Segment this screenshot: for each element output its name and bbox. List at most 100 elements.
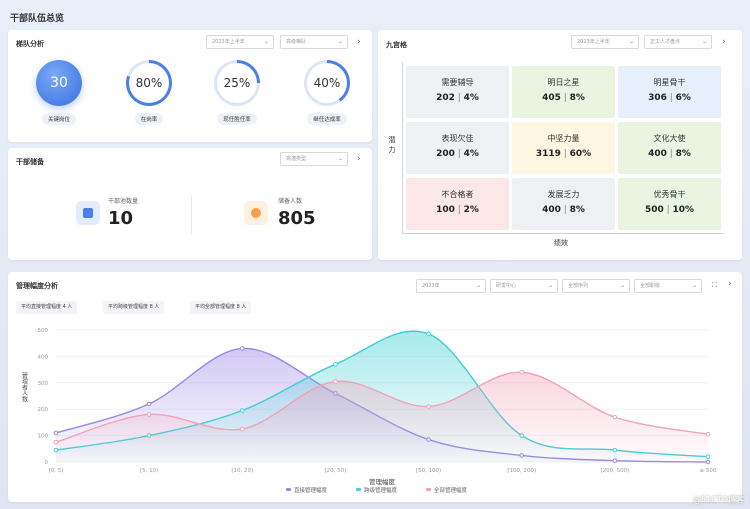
chevron-down-icon: ⌄: [547, 282, 553, 289]
potential-type-select[interactable]: 高潜类型 ⌄: [280, 152, 348, 166]
grid-cell[interactable]: 不合格者 100 | 2%: [406, 178, 509, 230]
grid-cell[interactable]: 明日之星 405 | 8%: [512, 66, 615, 118]
data-point: [333, 362, 338, 367]
data-point: [426, 404, 431, 409]
legend-label: 直接管理幅度: [294, 486, 328, 494]
y-axis-label: 潜力: [388, 136, 396, 154]
chevron-down-icon: ⌄: [691, 282, 697, 289]
grid-cell-title: 不合格者: [441, 190, 474, 199]
separator: |: [560, 149, 570, 159]
chevron-down-icon: ⌄: [628, 38, 634, 45]
page-title: 干部队伍总览: [10, 14, 65, 24]
separator: |: [666, 93, 676, 103]
data-point: [426, 331, 431, 337]
sequence-select[interactable]: 全部序列 ⌄: [562, 279, 630, 293]
y-axis-label: 管理者人数: [21, 371, 28, 403]
team-analysis-title: 梯队分析: [16, 40, 44, 48]
legend-label: 跨级管理幅度: [364, 486, 398, 494]
grid-cell-value: 306 | 6%: [618, 93, 721, 103]
grid-cell-percent: 4%: [463, 149, 479, 159]
y-tick-label: 0: [45, 460, 49, 466]
review-select[interactable]: 正工人才盘点 ⌄: [644, 35, 712, 49]
separator: |: [560, 205, 570, 215]
ring-label: 继任达成率: [307, 113, 347, 125]
period-select[interactable]: 2023年上半年 ⌄: [571, 35, 639, 49]
tier-select[interactable]: 高级梯队 ⌄: [280, 35, 348, 49]
legend-swatch: [426, 488, 431, 491]
chevron-right-icon[interactable]: ›: [357, 37, 361, 47]
grid-cell-title: 发展乏力: [547, 190, 580, 199]
ring-label: 关键岗位: [41, 113, 76, 125]
grid-cell[interactable]: 明星骨干 306 | 6%: [618, 66, 721, 118]
ring-label: 现任胜任率: [217, 113, 257, 125]
grid-cell-value: 200 | 4%: [406, 149, 509, 159]
separator: |: [560, 93, 570, 103]
grid-cell[interactable]: 中坚力量 3119 | 60%: [512, 122, 615, 174]
data-point: [146, 401, 152, 407]
span-chart: 0 100 200 300 400 500 管理者人数 [0, 5) [5, 10) [10, 2…: [21, 328, 717, 494]
reserve-count-value: 805: [278, 208, 316, 229]
grid-cell-value: 3119 | 60%: [512, 149, 615, 159]
period-select[interactable]: 2023年上半年 ⌄: [206, 35, 274, 49]
nine-grid-card: 九宫格 2023年上半年 ⌄ 正工人才盘点 ⌄ › 潜力 绩效 需要辅导 202 | …: [378, 30, 742, 260]
legend-swatch: [286, 488, 291, 491]
level-select[interactable]: 全部职级 ⌄: [634, 279, 702, 293]
data-point: [53, 430, 59, 436]
grid-cell-count: 500: [644, 205, 664, 215]
grid-cell-value: 405 | 8%: [512, 93, 615, 103]
grid-cell-percent: 4%: [463, 93, 479, 103]
chevron-right-icon[interactable]: ›: [728, 279, 732, 289]
grid-cell[interactable]: 发展乏力 400 | 8%: [512, 178, 615, 230]
reserve-title: 干部储备: [16, 158, 44, 166]
grid-cell-title: 明日之星: [547, 78, 580, 87]
x-tick-label: [50, 100): [416, 468, 441, 474]
grid-cell-count: 200: [436, 149, 455, 159]
ring-value: 80%: [129, 63, 169, 103]
grid-cell-title: 优秀骨干: [653, 190, 686, 199]
y-tick-label: 500: [38, 328, 49, 334]
grid-cell-percent: 2%: [463, 205, 479, 215]
grid-cell[interactable]: 表现欠佳 200 | 4%: [406, 122, 509, 174]
ring-value: 25%: [217, 63, 257, 103]
grid-cell-title: 明星骨干: [653, 78, 686, 87]
grid-cell-count: 405: [542, 93, 561, 103]
grid-cell[interactable]: 文化大使 400 | 8%: [618, 122, 721, 174]
department-select[interactable]: 研发中心 ⌄: [490, 279, 558, 293]
data-point: [239, 408, 245, 413]
chevron-right-icon[interactable]: ›: [357, 154, 361, 164]
x-tick-label: [200, 500): [600, 468, 629, 474]
watermark: @51CTO博客: [693, 495, 744, 504]
chevron-right-icon[interactable]: ›: [722, 37, 726, 47]
reserve-count-label: 储备人数: [278, 198, 303, 205]
year-select[interactable]: 2023年 ⌄: [416, 279, 486, 293]
data-point: [612, 414, 618, 420]
grid-cell[interactable]: 需要辅导 202 | 4%: [406, 66, 509, 118]
data-point: [705, 431, 711, 437]
grid-cell-count: 306: [648, 93, 667, 103]
grid-cell-title: 文化大使: [653, 134, 686, 143]
y-tick-label: 400: [38, 354, 49, 360]
grid-cell-percent: 6%: [675, 93, 691, 103]
x-tick-label: [5, 10): [140, 468, 158, 474]
grid-cell-percent: 8%: [569, 93, 585, 103]
pool-count-value: 10: [108, 208, 134, 229]
y-tick-label: 300: [38, 381, 49, 387]
y-tick-label: 200: [38, 407, 49, 413]
ring-label: 在岗率: [134, 113, 164, 125]
grid-cell-title: 中坚力量: [547, 134, 580, 143]
grid-cell-count: 400: [648, 149, 667, 159]
data-point: [239, 346, 245, 351]
grid-cell[interactable]: 优秀骨干 500 | 10%: [618, 178, 721, 230]
x-tick-label: [0, 5): [49, 468, 64, 474]
ring-chart: 30: [36, 60, 82, 106]
ring-chart: 25%: [214, 60, 260, 106]
ring-metric: 40% 继任达成率: [301, 60, 353, 125]
grid-cell-percent: 60%: [569, 149, 592, 159]
ring-value: 30: [50, 75, 68, 91]
data-point: [146, 412, 152, 417]
chevron-down-icon: ⌄: [475, 282, 481, 289]
ring-metric: 80% 在岗率: [123, 60, 175, 125]
separator: |: [666, 149, 676, 159]
x-tick-label: [20, 50): [325, 468, 347, 474]
fullscreen-icon[interactable]: ⛶: [712, 281, 717, 290]
